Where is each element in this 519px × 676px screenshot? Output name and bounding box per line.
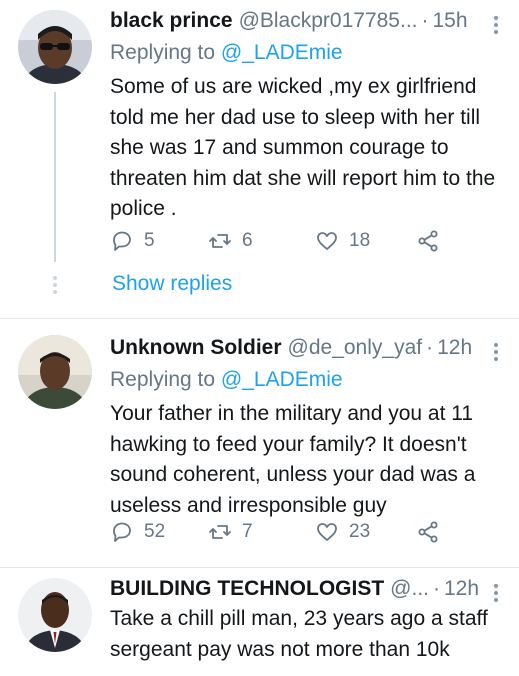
avatar[interactable] bbox=[18, 10, 92, 84]
more-vertical-icon[interactable] bbox=[491, 14, 501, 36]
replying-to: Replying to @_LADEmie bbox=[110, 38, 505, 68]
tweet-1[interactable]: black prince @Blackpr017785... · 15h Rep… bbox=[0, 0, 519, 318]
retweet-icon bbox=[209, 234, 231, 248]
separator-dot: · bbox=[433, 577, 440, 600]
reply-button[interactable]: 52 bbox=[110, 517, 165, 547]
retweet-count: 7 bbox=[242, 521, 253, 542]
replying-label: Replying to bbox=[110, 41, 216, 64]
reply-count: 5 bbox=[144, 230, 155, 251]
retweet-button[interactable]: 6 bbox=[208, 226, 253, 256]
timestamp[interactable]: 12h bbox=[437, 336, 472, 360]
show-replies-link[interactable]: Show replies bbox=[112, 272, 232, 296]
reply-button[interactable]: 5 bbox=[110, 226, 155, 256]
reply-count: 52 bbox=[144, 521, 166, 542]
heart-icon bbox=[317, 523, 337, 541]
author-handle[interactable]: @de_only_yaf bbox=[288, 336, 423, 360]
replying-label: Replying to bbox=[110, 368, 216, 391]
separator-dot: · bbox=[426, 336, 434, 359]
timestamp[interactable]: 12h bbox=[444, 577, 479, 601]
avatar-image-unknown-soldier bbox=[18, 335, 92, 409]
share-icon bbox=[418, 230, 438, 252]
mention-link[interactable]: @_LADEmie bbox=[221, 368, 343, 391]
tweet-header: BUILDING TECHNOLOGIST @... · 12h bbox=[110, 574, 505, 604]
reply-icon bbox=[113, 231, 131, 251]
tweet-actions: 52 7 23 bbox=[110, 517, 450, 547]
share-button[interactable] bbox=[416, 517, 450, 547]
tweet-3[interactable]: BUILDING TECHNOLOGIST @... · 12h Take a … bbox=[0, 568, 519, 676]
more-vertical-icon[interactable] bbox=[491, 582, 501, 604]
more-vertical-icon[interactable] bbox=[491, 341, 501, 363]
heart-icon bbox=[317, 232, 337, 250]
avatar-image-black-prince bbox=[18, 10, 92, 84]
like-button[interactable]: 18 bbox=[315, 226, 370, 256]
share-button[interactable] bbox=[416, 226, 450, 256]
avatar[interactable] bbox=[18, 335, 92, 409]
tweet-header: black prince @Blackpr017785... · 15h bbox=[110, 6, 505, 36]
like-button[interactable]: 23 bbox=[315, 517, 370, 547]
tweet-header: Unknown Soldier @de_only_yaf · 12h bbox=[110, 333, 505, 363]
retweet-button[interactable]: 7 bbox=[208, 517, 253, 547]
avatar-image-building-technologist bbox=[18, 578, 92, 652]
author-name[interactable]: BUILDING TECHNOLOGIST bbox=[110, 577, 384, 601]
author-handle[interactable]: @... bbox=[390, 577, 429, 601]
tweet-text: Take a chill pill man, 23 years ago a st… bbox=[110, 607, 488, 661]
retweet-icon bbox=[209, 525, 231, 539]
mention-link[interactable]: @_LADEmie bbox=[221, 41, 343, 64]
author-name[interactable]: Unknown Soldier bbox=[110, 336, 282, 360]
avatar[interactable] bbox=[18, 578, 92, 652]
like-count: 18 bbox=[349, 230, 371, 251]
tweet-text: Your father in the military and you at 1… bbox=[110, 402, 476, 517]
tweet-actions: 5 6 18 bbox=[110, 226, 450, 256]
like-count: 23 bbox=[349, 521, 371, 542]
separator-dot: · bbox=[421, 9, 429, 32]
thread-dots bbox=[53, 276, 57, 297]
tweet-text: Some of us are wicked ,my ex girlfriend … bbox=[110, 75, 496, 220]
author-name[interactable]: black prince bbox=[110, 9, 233, 33]
author-handle[interactable]: @Blackpr017785... bbox=[239, 9, 418, 33]
share-icon bbox=[418, 521, 438, 543]
replying-to: Replying to @_LADEmie bbox=[110, 365, 505, 395]
timestamp[interactable]: 15h bbox=[432, 9, 467, 33]
retweet-count: 6 bbox=[242, 230, 253, 251]
thread-line bbox=[54, 92, 56, 262]
reply-icon bbox=[113, 522, 131, 542]
tweet-2[interactable]: Unknown Soldier @de_only_yaf · 12h Reply… bbox=[0, 319, 519, 567]
